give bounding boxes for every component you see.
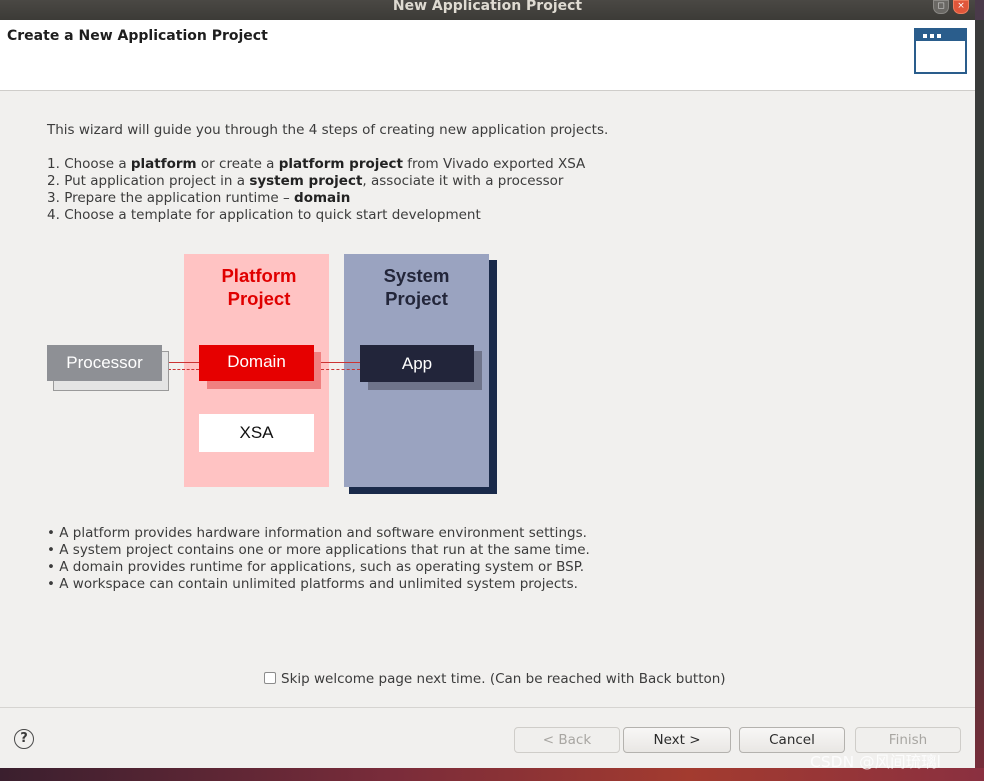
domain-box: Domain [199, 345, 314, 381]
step-bold: system project [249, 173, 363, 189]
connector-line [168, 369, 199, 370]
maximize-button[interactable]: ◻ [933, 0, 949, 14]
window-title: New Application Project [392, 0, 583, 14]
step-bold: platform [130, 156, 197, 172]
skip-welcome-option[interactable]: Skip welcome page next time. (Can be rea… [264, 671, 726, 687]
step-bold: domain [294, 190, 351, 206]
platform-title-line: Platform [221, 265, 297, 286]
info-bullet: • A system project contains one or more … [47, 542, 590, 558]
footer-separator [0, 707, 975, 708]
window-icon-dot [923, 34, 927, 38]
system-title-line: System [383, 265, 450, 286]
next-button[interactable]: Next > [623, 727, 731, 753]
window-icon-bar [916, 30, 965, 41]
info-bullet: • A workspace can contain unlimited plat… [47, 576, 578, 592]
step-2: 2. Put application project in a system p… [47, 173, 563, 189]
window-icon [914, 28, 967, 74]
step-bold: platform project [278, 156, 403, 172]
step-text: from Vivado exported XSA [403, 156, 586, 172]
watermark-text: CSDN @风间琉璃ا [810, 753, 941, 771]
connector-line [321, 369, 360, 370]
step-text: Choose a template for application to qui… [64, 207, 481, 223]
step-number: 4. [47, 207, 60, 223]
xsa-box: XSA [199, 414, 314, 452]
info-bullet: • A platform provides hardware informati… [47, 525, 587, 541]
system-title-line: Project [385, 288, 448, 309]
back-button[interactable]: < Back [514, 727, 620, 753]
step-text: , associate it with a processor [362, 173, 564, 189]
page-title: Create a New Application Project [7, 28, 268, 44]
step-4: 4. Choose a template for application to … [47, 207, 481, 223]
platform-project-title: Platform Project [184, 264, 334, 310]
step-3: 3. Prepare the application runtime – dom… [47, 190, 350, 206]
step-text: or create a [196, 156, 279, 172]
window-icon-dot [930, 34, 934, 38]
step-text: Prepare the application runtime – [64, 190, 295, 206]
app-box: App [360, 345, 474, 382]
info-bullet: • A domain provides runtime for applicat… [47, 559, 585, 575]
platform-title-line: Project [227, 288, 291, 309]
wizard-header: Create a New Application Project [0, 20, 975, 91]
step-text: Choose a [64, 156, 131, 172]
system-project-title: System Project [344, 264, 489, 310]
step-text: Put application project in a [64, 173, 250, 189]
skip-welcome-checkbox[interactable] [264, 672, 276, 684]
processor-box: Processor [47, 345, 162, 381]
help-icon[interactable]: ? [14, 729, 34, 749]
step-number: 3. [47, 190, 60, 206]
step-number: 2. [47, 173, 60, 189]
wizard-window: New Application Project ◻ × Create a New… [0, 0, 975, 768]
step-number: 1. [47, 156, 60, 172]
close-button[interactable]: × [953, 0, 969, 14]
intro-text: This wizard will guide you through the 4… [47, 122, 609, 138]
step-1: 1. Choose a platform or create a platfor… [47, 156, 585, 172]
skip-welcome-label[interactable]: Skip welcome page next time. (Can be rea… [281, 671, 726, 687]
window-icon-dot [937, 34, 941, 38]
desktop-background [975, 20, 984, 781]
title-bar[interactable]: New Application Project ◻ × [0, 0, 975, 20]
